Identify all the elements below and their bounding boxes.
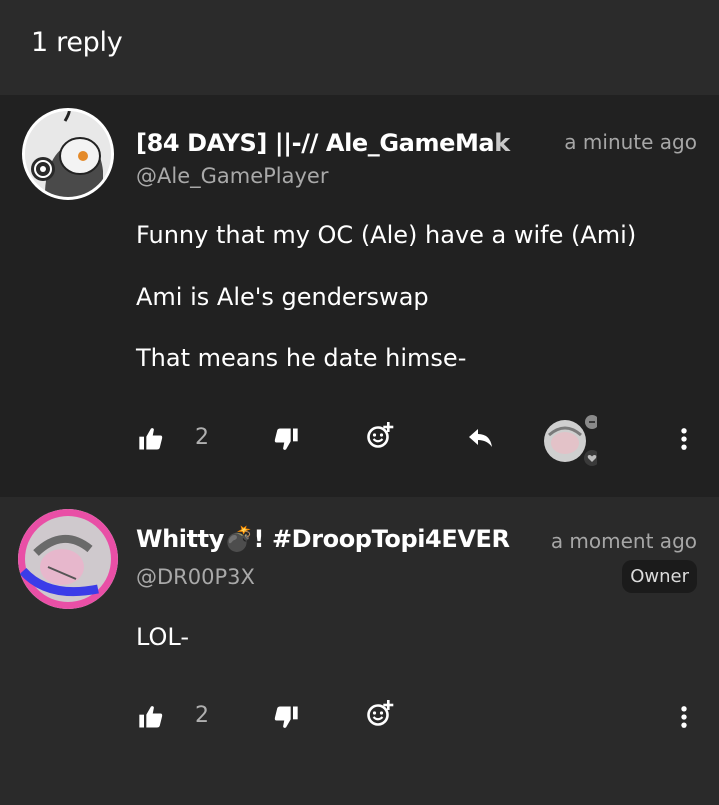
comment-actions: 2 bbox=[0, 697, 719, 737]
comment-item: [84 DAYS] ||-// Ale_GameMak a minute ago… bbox=[0, 95, 719, 497]
like-icon[interactable] bbox=[137, 703, 165, 731]
like-count: 2 bbox=[195, 425, 209, 450]
like-count: 2 bbox=[195, 703, 209, 728]
avatar[interactable] bbox=[18, 509, 118, 609]
comment-text-line: Funny that my OC (Ale) have a wife (Ami) bbox=[136, 221, 637, 249]
comment-timestamp[interactable]: a minute ago bbox=[564, 130, 697, 154]
creator-heart-avatar bbox=[543, 413, 600, 467]
replies-header: 1 reply bbox=[0, 0, 719, 95]
replies-count-title: 1 reply bbox=[31, 27, 123, 58]
more-options-icon[interactable] bbox=[670, 703, 698, 731]
avatar-illustration bbox=[25, 111, 111, 197]
avatar[interactable] bbox=[22, 108, 114, 200]
comment-actions: 2 bbox=[0, 415, 719, 466]
creator-avatar-thumb bbox=[544, 415, 600, 466]
comment-timestamp[interactable]: a moment ago bbox=[551, 529, 697, 553]
commenter-name-text: [84 DAYS] ||-// Ale_GameMa bbox=[136, 129, 495, 157]
comment-text-line: That means he date himse- bbox=[136, 344, 467, 372]
reply-icon[interactable] bbox=[466, 425, 494, 453]
dislike-icon[interactable] bbox=[272, 425, 300, 453]
commenter-name-fade: k bbox=[494, 129, 510, 157]
comment-text-line: LOL- bbox=[136, 623, 190, 651]
owner-badge: Owner bbox=[622, 560, 697, 593]
like-icon[interactable] bbox=[137, 425, 165, 453]
commenter-handle[interactable]: @DR00P3X bbox=[136, 565, 255, 589]
commenter-name-text: Whitty💣! #DroopTopi4EVER bbox=[136, 525, 510, 553]
commenter-name[interactable]: [84 DAYS] ||-// Ale_GameMak bbox=[136, 129, 536, 157]
dislike-icon[interactable] bbox=[272, 703, 300, 731]
reply-item: Whitty💣! #DroopTopi4EVER a moment ago @D… bbox=[0, 497, 719, 805]
add-reaction-icon[interactable] bbox=[366, 699, 394, 727]
commenter-name[interactable]: Whitty💣! #DroopTopi4EVER bbox=[136, 525, 513, 553]
more-options-icon[interactable] bbox=[670, 425, 698, 453]
add-reaction-icon[interactable] bbox=[366, 421, 394, 449]
avatar-illustration bbox=[18, 509, 118, 609]
commenter-handle[interactable]: @Ale_GamePlayer bbox=[136, 164, 329, 188]
comment-text-line: Ami is Ale's genderswap bbox=[136, 283, 429, 311]
